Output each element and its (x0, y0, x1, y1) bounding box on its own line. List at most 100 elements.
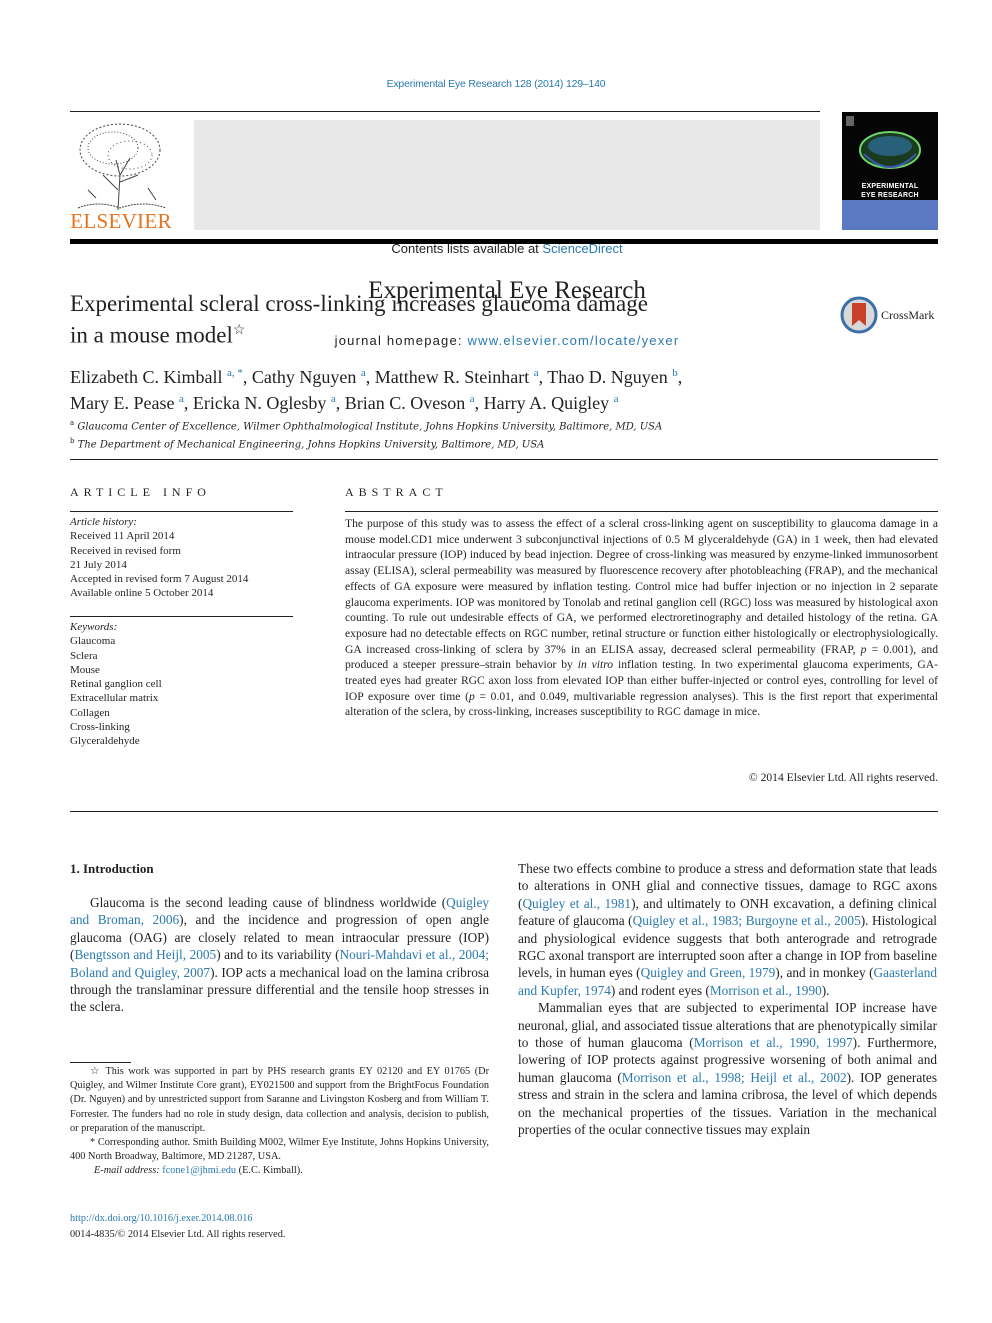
citation-link[interactable]: Quigley et al., 1981 (522, 896, 631, 911)
introduction-heading: 1. Introduction (70, 861, 154, 876)
history-item: Received 11 April 2014 (70, 530, 175, 543)
footnote-rule (70, 1062, 131, 1063)
author-name[interactable]: Elizabeth C. Kimball (70, 367, 222, 387)
author-name[interactable]: Matthew R. Steinhart (375, 367, 529, 387)
keyword: Extracellular matrix (70, 692, 159, 705)
affiliation-text: The Department of Mechanical Engineering… (77, 439, 545, 451)
keywords-rule (70, 616, 293, 617)
history-item: Received in revised form (70, 544, 181, 557)
email-link[interactable]: fcone1@jhmi.edu (162, 1165, 236, 1176)
corresponding-asterisk-icon: * (90, 1137, 96, 1149)
keywords-label: Keywords: (70, 621, 118, 633)
author-name[interactable]: Mary E. Pease (70, 393, 174, 413)
header-rule (70, 111, 820, 112)
author-affiliation-mark[interactable]: a (534, 367, 539, 379)
keywords: Keywords: Glaucoma Sclera Mouse Retinal … (70, 620, 293, 749)
email-line: E-mail address: fcone1@jhmi.edu (E.C. Ki… (70, 1164, 489, 1178)
abstract-rule (345, 511, 938, 512)
citation-link[interactable]: Bengtsson and Heijl, 2005 (74, 947, 216, 962)
crossmark-label: CrossMark (881, 308, 935, 322)
abstract-text: The purpose of this study was to assess … (345, 517, 938, 656)
paragraph-text: Glaucoma is the second leading cause of … (90, 895, 447, 910)
keyword: Mouse (70, 663, 100, 676)
crossmark-icon (840, 296, 878, 334)
author-name[interactable]: Brian C. Oveson (345, 393, 466, 413)
citation-link[interactable]: Quigley and Green, 1979 (641, 965, 776, 980)
section-rule (70, 459, 938, 460)
author-affiliation-mark[interactable]: a (179, 393, 184, 405)
funding-text: This work was supported in part by PHS r… (70, 1066, 489, 1134)
intro-column-left: Glaucoma is the second leading cause of … (70, 894, 489, 1016)
corresponding-text: Corresponding author. Smith Building M00… (70, 1137, 490, 1163)
doi-block: http://dx.doi.org/10.1016/j.exer.2014.08… (70, 1211, 285, 1243)
keyword: Sclera (70, 649, 98, 662)
affiliation-a: a Glaucoma Center of Excellence, Wilmer … (70, 416, 870, 434)
author-list: Elizabeth C. Kimball a, *, Cathy Nguyen … (70, 367, 683, 413)
author-affiliation-mark[interactable]: a (614, 393, 619, 405)
journal-citation-link[interactable]: Experimental Eye Research 128 (2014) 129… (0, 78, 992, 90)
eye-cover-image-icon (846, 116, 921, 169)
abstract-copyright: © 2014 Elsevier Ltd. All rights reserved… (748, 771, 938, 784)
author-affiliation-mark[interactable]: a (331, 393, 336, 405)
history-label: Article history: (70, 516, 137, 528)
abstract-in-vitro: in vitro (577, 658, 614, 672)
funding-star-icon: ☆ (90, 1066, 102, 1077)
paragraph-text: ) and to its variability ( (216, 947, 340, 963)
author-name[interactable]: Cathy Nguyen (252, 367, 356, 387)
cover-title-line2: EYE RESEARCH (861, 192, 919, 199)
elsevier-wordmark: ELSEVIER (70, 209, 172, 233)
author-affiliation-mark[interactable]: b (672, 367, 678, 379)
citation-link[interactable]: Morrison et al., 1990 (710, 983, 822, 998)
paragraph-text: ), and in monkey ( (775, 965, 874, 981)
doi-link[interactable]: http://dx.doi.org/10.1016/j.exer.2014.08… (70, 1211, 285, 1227)
title-footnote-star-icon[interactable]: ☆ (233, 323, 246, 338)
corresponding-footnote: * Corresponding author. Smith Building M… (70, 1136, 489, 1164)
body-rule (70, 811, 938, 812)
affiliation-b: b The Department of Mechanical Engineeri… (70, 434, 870, 452)
paragraph-text: ) and rodent eyes ( (610, 982, 710, 998)
history-item: Available online 5 October 2014 (70, 587, 214, 600)
article-info-rule (70, 511, 293, 512)
intro-paragraph: Mammalian eyes that are subjected to exp… (518, 999, 937, 1138)
keyword: Glaucoma (70, 635, 116, 648)
keyword: Glyceraldehyde (70, 735, 140, 748)
footnotes: ☆ This work was supported in part by PHS… (70, 1065, 489, 1179)
author-name[interactable]: Ericka N. Oglesby (193, 393, 326, 413)
author-affiliation-mark[interactable]: a, * (227, 367, 243, 379)
affiliation-mark: b (70, 437, 75, 446)
title-line1: Experimental scleral cross-linking incre… (70, 291, 648, 316)
article-info-heading: ARTICLE INFO (70, 485, 211, 499)
intro-column-right: These two effects combine to produce a s… (518, 860, 937, 1139)
keyword: Collagen (70, 706, 110, 719)
intro-paragraph-continued: These two effects combine to produce a s… (518, 860, 937, 999)
cover-band (842, 200, 938, 230)
journal-banner: Contents lists available at ScienceDirec… (194, 120, 820, 348)
keyword: Retinal ganglion cell (70, 678, 162, 691)
history-item: 21 July 2014 (70, 558, 127, 571)
author-affiliation-mark[interactable]: a (470, 393, 475, 405)
crossmark-button[interactable]: CrossMark (840, 296, 940, 334)
citation-link[interactable]: Morrison et al., 1998; Heijl et al., 200… (622, 1070, 847, 1085)
author-affiliation-mark[interactable]: a (361, 367, 366, 379)
abstract-body: The purpose of this study was to assess … (345, 516, 938, 720)
intro-paragraph: Glaucoma is the second leading cause of … (70, 894, 489, 1016)
citation-link[interactable]: Quigley et al., 1983; Burgoyne et al., 2… (633, 913, 861, 928)
email-suffix: (E.C. Kimball). (236, 1165, 303, 1177)
affiliation-text: Glaucoma Center of Excellence, Wilmer Op… (77, 421, 663, 433)
abstract-heading: ABSTRACT (345, 485, 448, 499)
title-line2: in a mouse model (70, 322, 233, 348)
issn-copyright: 0014-4835/© 2014 Elsevier Ltd. All right… (70, 1229, 286, 1240)
elsevier-logo[interactable]: ELSEVIER (68, 120, 174, 234)
citation-link[interactable]: Morrison et al., 1990, 1997 (694, 1035, 853, 1050)
author-name[interactable]: Thao D. Nguyen (547, 367, 667, 387)
keyword: Cross-linking (70, 721, 130, 734)
email-label: E-mail address: (94, 1165, 163, 1177)
banner-rule (70, 239, 938, 244)
author-name[interactable]: Harry A. Quigley (484, 393, 609, 413)
affiliations: a Glaucoma Center of Excellence, Wilmer … (70, 416, 870, 453)
paragraph-text: ). (821, 982, 830, 998)
affiliation-mark: a (70, 419, 75, 427)
cover-title: EXPERIMENTAL EYE RESEARCH (842, 182, 938, 200)
cover-title-line1: EXPERIMENTAL (861, 183, 919, 190)
journal-cover[interactable]: EXPERIMENTAL EYE RESEARCH (842, 112, 938, 230)
